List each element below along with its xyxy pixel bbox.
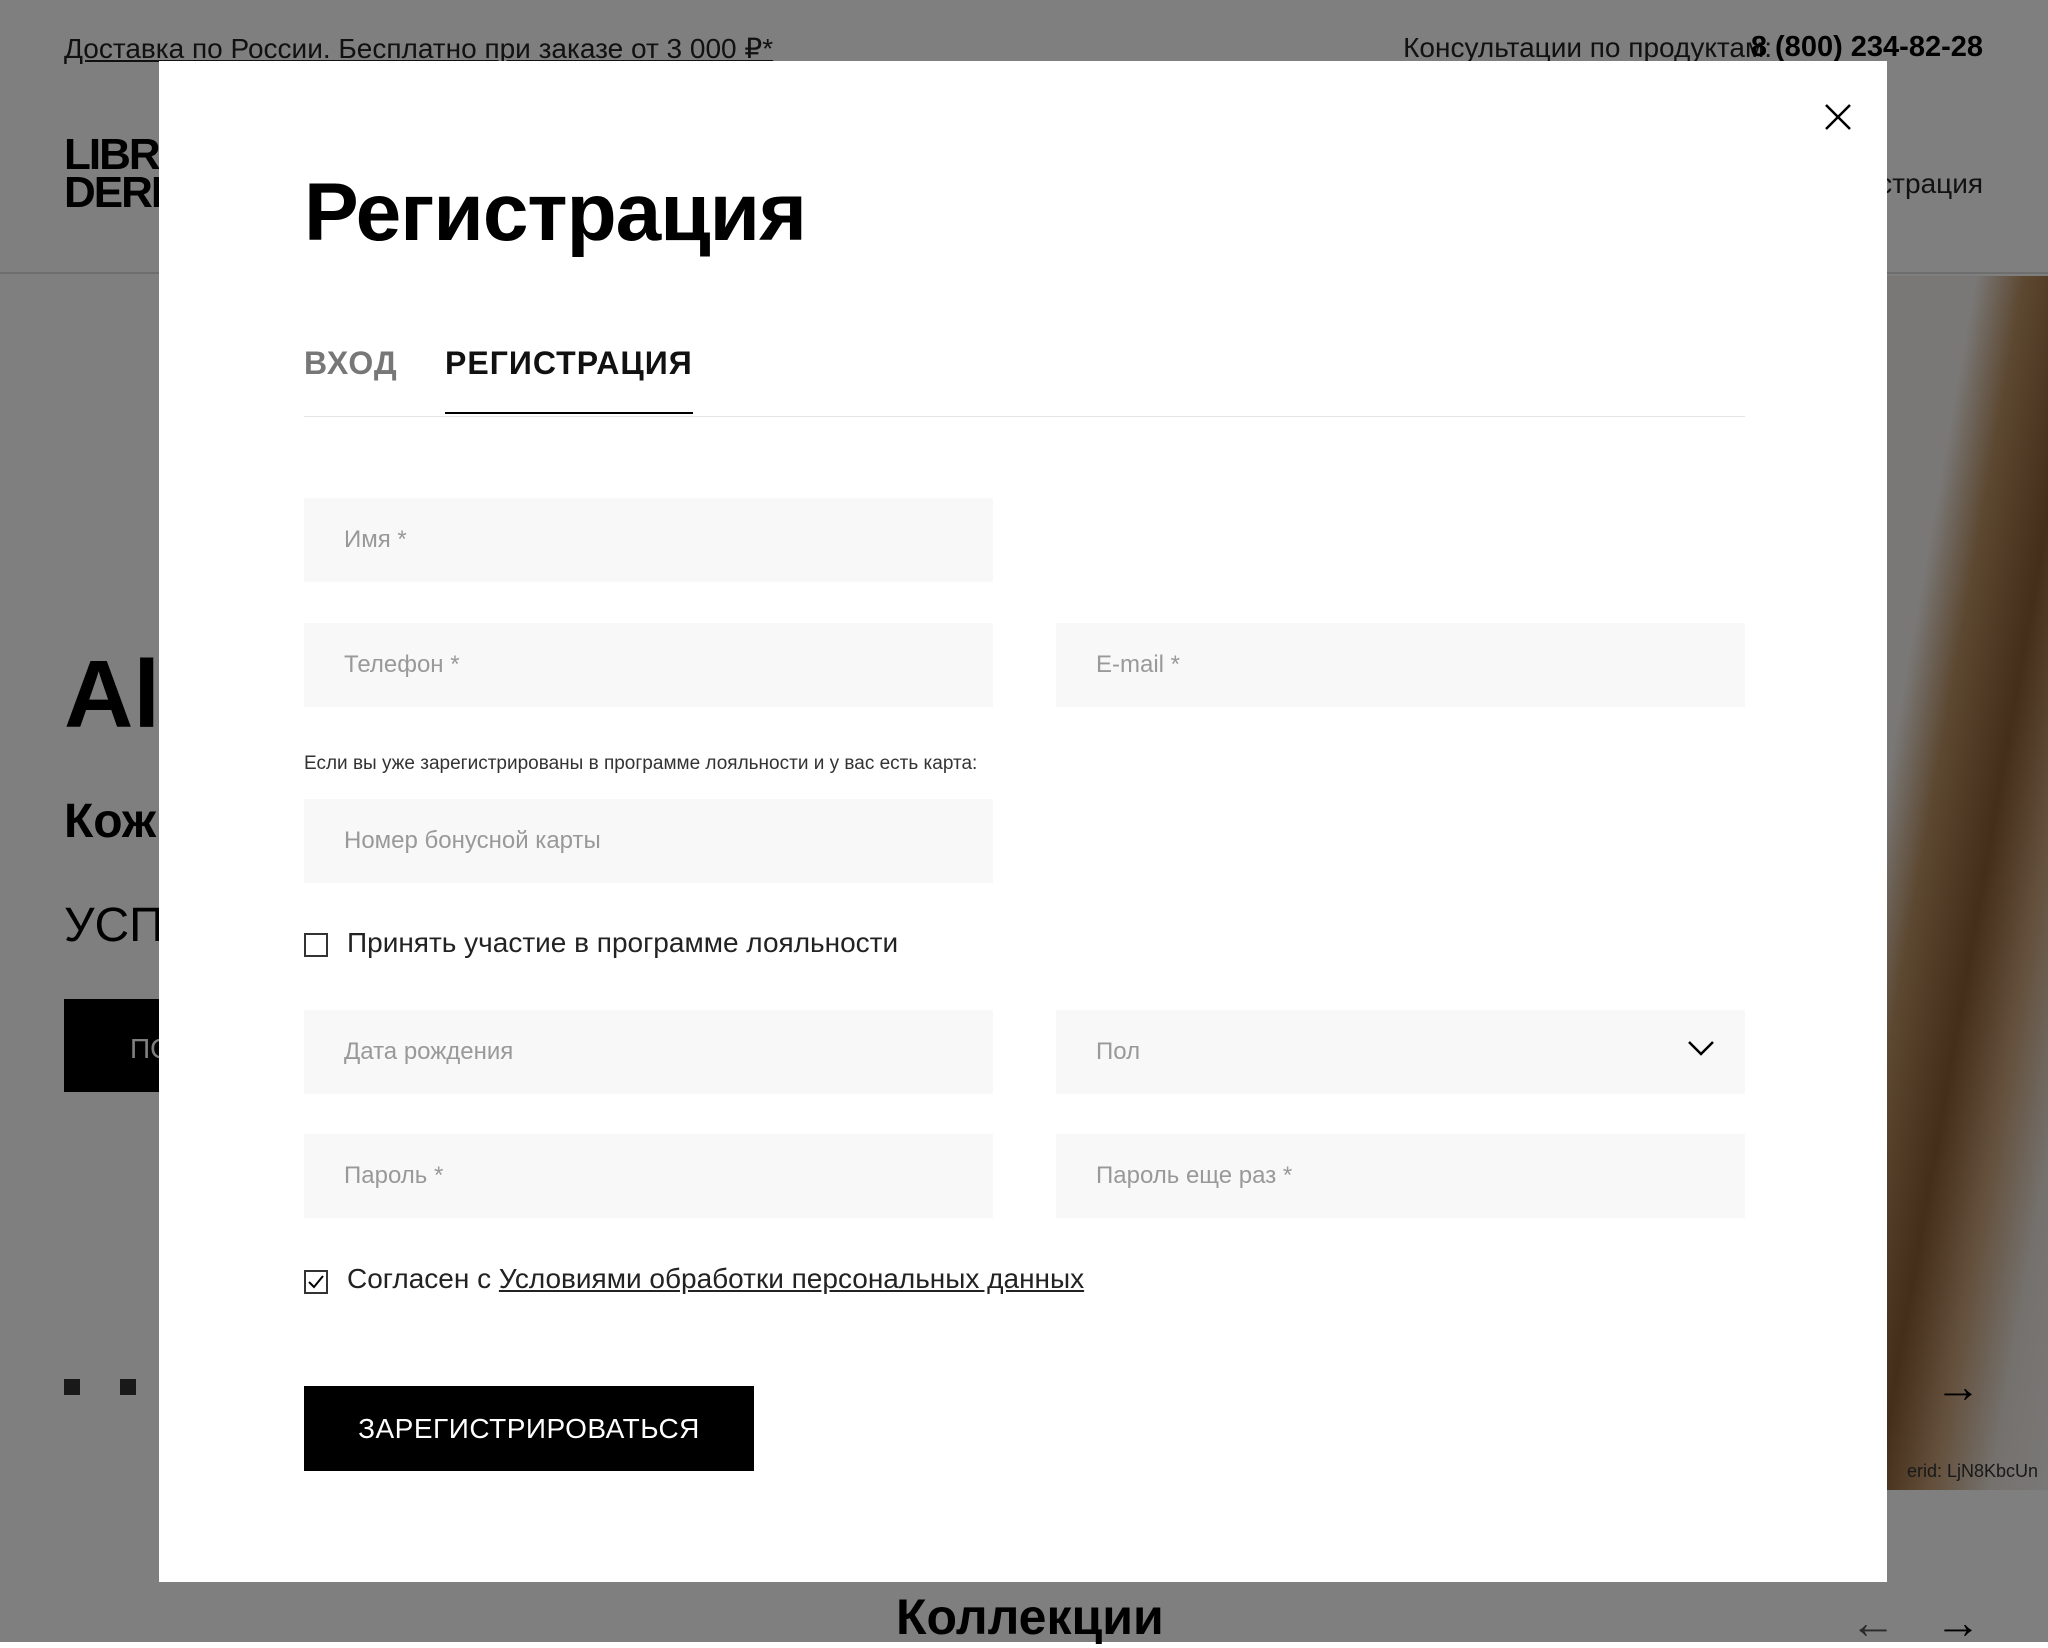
loyalty-note: Если вы уже зарегистрированы в программе…: [304, 753, 978, 774]
tab-register[interactable]: РЕГИСТРАЦИЯ: [445, 345, 693, 414]
tabs-divider: [304, 416, 1745, 417]
gender-select[interactable]: [1056, 1010, 1745, 1094]
loyalty-checkbox-label[interactable]: Принять участие в программе лояльности: [347, 927, 898, 959]
email-input[interactable]: [1056, 623, 1745, 707]
loyalty-checkbox[interactable]: [304, 933, 328, 957]
close-icon[interactable]: [1818, 97, 1858, 137]
password-confirm-input[interactable]: [1056, 1134, 1745, 1218]
consent-label: Согласен с Условиями обработки персональ…: [347, 1263, 1084, 1295]
check-icon: [308, 1275, 324, 1289]
consent-terms-link[interactable]: Условиями обработки персональных данных: [499, 1263, 1084, 1294]
consent-checkbox[interactable]: [304, 1270, 328, 1294]
dob-input[interactable]: [304, 1010, 993, 1094]
consent-prefix: Согласен с: [347, 1263, 499, 1294]
name-input[interactable]: [304, 498, 993, 582]
registration-modal: Регистрация ВХОД РЕГИСТРАЦИЯ Если вы уже…: [159, 61, 1887, 1582]
chevron-down-icon: [1686, 1038, 1716, 1063]
password-input[interactable]: [304, 1134, 993, 1218]
tab-login[interactable]: ВХОД: [304, 345, 398, 382]
register-button[interactable]: ЗАРЕГИСТРИРОВАТЬСЯ: [304, 1386, 754, 1471]
modal-title: Регистрация: [304, 167, 807, 258]
bonus-card-input[interactable]: [304, 799, 993, 883]
gender-select-value: Пол: [1096, 1038, 1141, 1065]
phone-input[interactable]: [304, 623, 993, 707]
